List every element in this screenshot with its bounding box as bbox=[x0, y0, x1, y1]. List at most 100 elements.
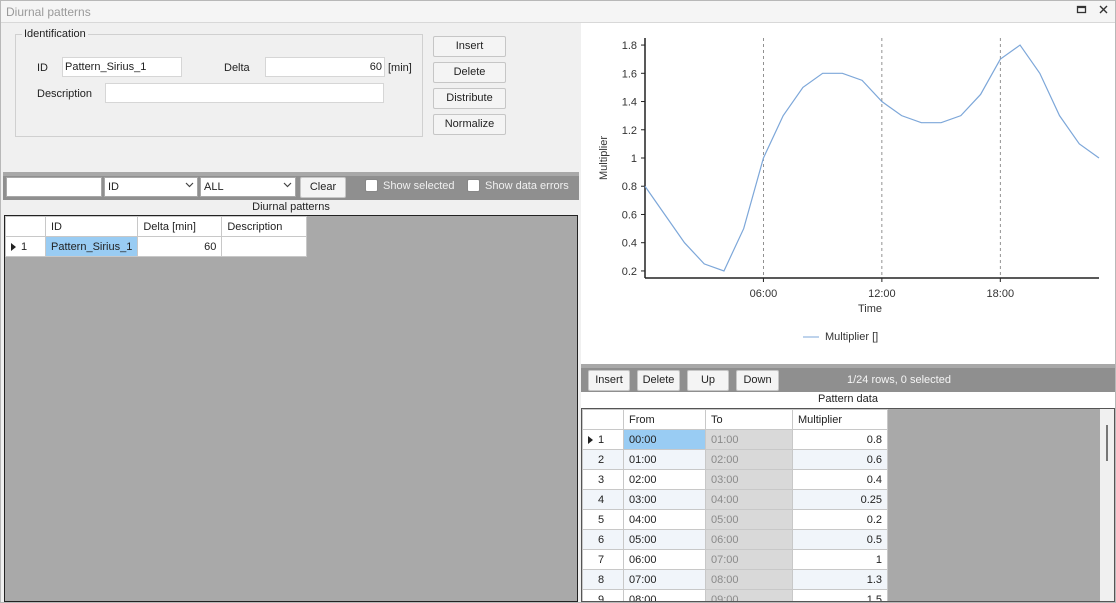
right-panel: 06:00 12:00 18:00 0.2 0.4 0.6 0.8 1 1.2 1.4 1.6 1.8… bbox=[581, 23, 1115, 602]
cell-to: 04:00 bbox=[705, 489, 793, 510]
y-tick-label: 1.8 bbox=[622, 40, 637, 52]
row-index: 9 bbox=[598, 593, 605, 602]
x-axis-label: Time bbox=[858, 303, 882, 315]
cell-from[interactable]: 02:00 bbox=[623, 469, 706, 490]
x-tick-label: 18:00 bbox=[987, 288, 1015, 300]
current-row-icon bbox=[11, 242, 16, 251]
id-label: ID bbox=[37, 62, 48, 74]
filter-field-select[interactable]: ID bbox=[104, 177, 198, 197]
cell-from[interactable]: 04:00 bbox=[623, 509, 706, 530]
move-up-button[interactable]: Up bbox=[687, 370, 729, 391]
cell-multiplier[interactable]: 1 bbox=[792, 549, 888, 570]
row-header[interactable]: 9 bbox=[582, 589, 624, 602]
cell-from[interactable]: 05:00 bbox=[623, 529, 706, 550]
column-header-id[interactable]: ID bbox=[44, 216, 139, 237]
cell-description[interactable] bbox=[221, 236, 308, 257]
row-header[interactable]: 7 bbox=[582, 549, 624, 570]
cell-to: 01:00 bbox=[705, 429, 793, 450]
cell-multiplier[interactable]: 1.5 bbox=[792, 589, 888, 601]
column-header-to[interactable]: To bbox=[705, 409, 793, 430]
table-row[interactable]: 5 04:00 05:00 0.2 bbox=[582, 509, 888, 530]
show-data-errors-label: Show data errors bbox=[485, 180, 569, 192]
row-index: 5 bbox=[598, 513, 605, 526]
cell-multiplier[interactable]: 0.2 bbox=[792, 509, 888, 530]
row-header[interactable]: 4 bbox=[582, 489, 624, 510]
cell-from[interactable]: 07:00 bbox=[623, 569, 706, 590]
table-row[interactable]: 8 07:00 08:00 1.3 bbox=[582, 569, 888, 590]
filter-scope-select[interactable]: ALL bbox=[200, 177, 296, 197]
cell-multiplier[interactable]: 0.25 bbox=[792, 489, 888, 510]
row-header[interactable]: 3 bbox=[582, 469, 624, 490]
y-tick-label: 1.4 bbox=[622, 97, 637, 109]
cell-multiplier[interactable]: 0.6 bbox=[792, 449, 888, 470]
table-row[interactable]: 4 03:00 04:00 0.25 bbox=[582, 489, 888, 510]
pattern-data-table: From To Multiplier 1 00:00 01:00 0.8 2 01:00 0… bbox=[582, 409, 888, 602]
description-field[interactable] bbox=[105, 83, 384, 103]
legend-label: Multiplier [] bbox=[825, 331, 878, 343]
cell-to: 02:00 bbox=[705, 449, 793, 470]
maximize-icon[interactable] bbox=[1074, 4, 1088, 18]
table-row[interactable]: 2 01:00 02:00 0.6 bbox=[582, 449, 888, 470]
row-header[interactable]: 1 bbox=[5, 236, 46, 257]
y-tick-label: 0.8 bbox=[622, 181, 637, 193]
rows-status: 1/24 rows, 0 selected bbox=[847, 374, 951, 386]
show-data-errors-checkbox[interactable] bbox=[467, 179, 480, 192]
column-header-delta[interactable]: Delta [min] bbox=[137, 216, 223, 237]
cell-from[interactable]: 03:00 bbox=[623, 489, 706, 510]
table-row[interactable]: 7 06:00 07:00 1 bbox=[582, 549, 888, 570]
row-index: 2 bbox=[598, 453, 605, 466]
table-row[interactable]: 9 08:00 09:00 1.5 bbox=[582, 589, 888, 602]
y-tick-label: 0.6 bbox=[622, 209, 637, 221]
cell-multiplier[interactable]: 0.8 bbox=[792, 429, 888, 450]
row-index: 4 bbox=[598, 493, 605, 506]
distribute-button[interactable]: Distribute bbox=[433, 88, 506, 109]
clear-button[interactable]: Clear bbox=[300, 177, 346, 198]
cell-multiplier[interactable]: 1.3 bbox=[792, 569, 888, 590]
left-panel: Identification ID Pattern_Sirius_1 Delta… bbox=[3, 23, 579, 602]
cell-delta[interactable]: 60 bbox=[137, 236, 223, 257]
patterns-grid-caption: Diurnal patterns bbox=[252, 201, 330, 213]
insert-pattern-button[interactable]: Insert bbox=[433, 36, 506, 57]
column-header-from[interactable]: From bbox=[623, 409, 706, 430]
description-label: Description bbox=[37, 88, 93, 100]
cell-from[interactable]: 00:00 bbox=[623, 429, 706, 450]
row-index: 3 bbox=[598, 473, 605, 486]
move-down-button[interactable]: Down bbox=[736, 370, 779, 391]
filter-search-input[interactable] bbox=[6, 177, 102, 197]
normalize-button[interactable]: Normalize bbox=[433, 114, 506, 135]
table-row[interactable]: 1 00:00 01:00 0.8 bbox=[582, 429, 888, 450]
row-header[interactable]: 6 bbox=[582, 529, 624, 550]
show-selected-checkbox[interactable] bbox=[365, 179, 378, 192]
cell-id[interactable]: Pattern_Sirius_1 bbox=[44, 236, 139, 257]
table-row[interactable]: 1 Pattern_Sirius_1 60 bbox=[5, 236, 308, 257]
close-icon[interactable] bbox=[1096, 4, 1110, 18]
id-field[interactable]: Pattern_Sirius_1 bbox=[62, 57, 182, 77]
delete-row-button[interactable]: Delete bbox=[637, 370, 680, 391]
cell-from[interactable]: 08:00 bbox=[623, 589, 706, 601]
delete-pattern-button[interactable]: Delete bbox=[433, 62, 506, 83]
cell-from[interactable]: 06:00 bbox=[623, 549, 706, 570]
vertical-scrollbar[interactable] bbox=[1100, 409, 1114, 601]
row-header[interactable]: 8 bbox=[582, 569, 624, 590]
row-index: 1 bbox=[21, 240, 28, 253]
row-header[interactable]: 2 bbox=[582, 449, 624, 470]
splitter[interactable] bbox=[3, 172, 579, 176]
column-header-multiplier[interactable]: Multiplier bbox=[792, 409, 888, 430]
table-row[interactable]: 6 05:00 06:00 0.5 bbox=[582, 529, 888, 550]
column-header-description[interactable]: Description bbox=[221, 216, 308, 237]
delta-label: Delta bbox=[224, 62, 250, 74]
table-row[interactable]: 3 02:00 03:00 0.4 bbox=[582, 469, 888, 490]
y-tick-label: 1.2 bbox=[622, 125, 637, 137]
insert-row-button[interactable]: Insert bbox=[588, 370, 630, 391]
cell-multiplier[interactable]: 0.4 bbox=[792, 469, 888, 490]
row-header[interactable]: 1 bbox=[582, 429, 624, 450]
splitter[interactable] bbox=[581, 364, 1115, 368]
delta-field[interactable]: 60 bbox=[265, 57, 385, 77]
scrollbar-thumb[interactable] bbox=[1106, 425, 1108, 461]
current-row-icon bbox=[588, 435, 593, 444]
y-axis-label: Multiplier bbox=[598, 136, 610, 180]
cell-from[interactable]: 01:00 bbox=[623, 449, 706, 470]
row-index: 8 bbox=[598, 573, 605, 586]
row-header[interactable]: 5 bbox=[582, 509, 624, 530]
cell-multiplier[interactable]: 0.5 bbox=[792, 529, 888, 550]
